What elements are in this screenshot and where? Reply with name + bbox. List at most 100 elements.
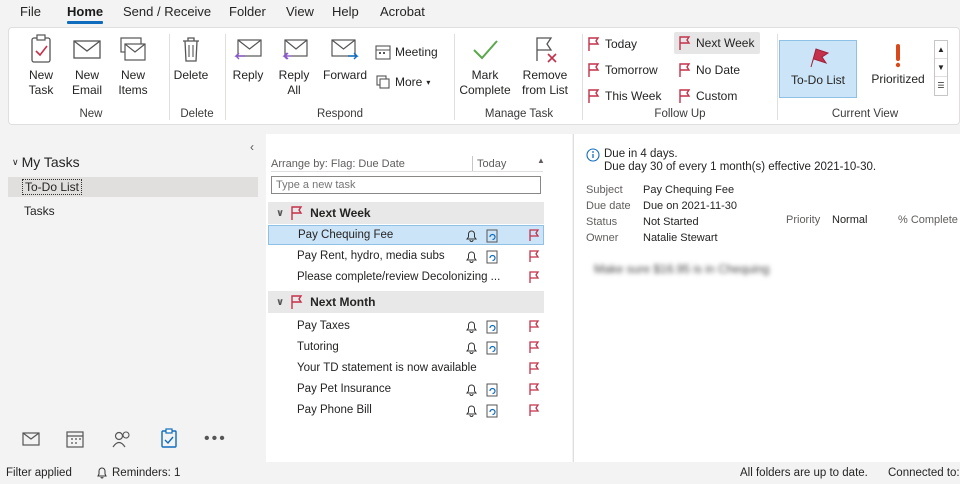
forward-icon (331, 39, 359, 60)
task-row[interactable]: Pay Rent, hydro, media subs (268, 246, 544, 266)
sort-column-label[interactable]: Today (477, 158, 506, 170)
task-subject: Tutoring (297, 341, 339, 353)
todo-flag-icon (810, 48, 830, 68)
new-email-button[interactable]: New Email (67, 34, 107, 98)
connection-status: Connected to: (888, 467, 960, 479)
todo-list-view-label: To-Do List (790, 73, 846, 87)
my-tasks-label: My Tasks (21, 154, 80, 170)
menu-help[interactable]: Help (332, 4, 359, 19)
sort-up-icon[interactable]: ▲ (537, 156, 545, 165)
flag-icon[interactable] (528, 249, 540, 266)
new-task-input[interactable] (271, 176, 541, 194)
calendar-icon[interactable] (66, 430, 84, 451)
status-label: Status (586, 216, 618, 228)
task-row[interactable]: Pay Pet Insurance (268, 379, 544, 399)
menu-file[interactable]: File (20, 4, 41, 19)
reminder-bell-icon[interactable] (465, 382, 478, 399)
nav-item-tasks[interactable]: Tasks (24, 204, 55, 218)
my-tasks-header[interactable]: ∨ My Tasks (12, 154, 80, 170)
tasks-module-icon[interactable] (160, 428, 178, 451)
flag-icon[interactable] (528, 403, 540, 420)
flag-icon (291, 206, 303, 220)
follow-up-this-week[interactable]: This Week (587, 88, 661, 104)
arrange-header[interactable]: Arrange by: Flag: Due Date Today ▲ (271, 156, 545, 172)
chevron-up-icon[interactable]: ▲ (935, 41, 947, 58)
reply-button[interactable]: Reply (228, 34, 268, 83)
reminder-bell-icon[interactable] (465, 319, 478, 336)
priority-value: Normal (832, 214, 868, 226)
field-values: Pay Chequing Fee Due on 2021-11-30 Not S… (643, 182, 737, 246)
task-subject: Please complete/review Decolonizing ... (297, 271, 501, 283)
task-subject: Pay Phone Bill (297, 404, 372, 416)
tomorrow-label: Tomorrow (605, 63, 658, 77)
new-items-icon (120, 37, 146, 61)
task-row[interactable]: Please complete/review Decolonizing ... (268, 267, 544, 287)
flag-icon[interactable] (528, 319, 540, 336)
chevron-down-icon[interactable]: ▼ (935, 58, 947, 76)
flag-icon[interactable] (528, 270, 540, 287)
task-row[interactable]: Your TD statement is now available (268, 358, 544, 378)
flag-icon[interactable] (528, 382, 540, 399)
menu-send-receive[interactable]: Send / Receive (123, 4, 211, 19)
follow-up-no-date[interactable]: No Date (678, 62, 740, 78)
follow-up-custom[interactable]: Custom (678, 88, 737, 104)
menu-view[interactable]: View (286, 4, 314, 19)
view-gallery-scroll[interactable]: ▲ ▼ ☰ (934, 40, 948, 96)
mark-complete-button[interactable]: Mark Complete (457, 34, 513, 98)
collapse-pane-icon[interactable]: ‹ (250, 140, 254, 154)
flag-icon[interactable] (528, 361, 540, 378)
new-items-button[interactable]: New Items (113, 34, 153, 98)
follow-up-tomorrow[interactable]: Tomorrow (587, 62, 658, 78)
reply-all-button[interactable]: Reply All (274, 34, 314, 98)
follow-up-next-week[interactable]: Next Week (674, 32, 761, 54)
expand-gallery-icon[interactable]: ☰ (935, 76, 947, 94)
flag-icon[interactable] (528, 228, 540, 245)
meeting-label: Meeting (395, 45, 438, 59)
menu-home[interactable]: Home (67, 4, 104, 24)
group-name: Next Week (310, 206, 371, 220)
follow-up-today[interactable]: Today (587, 36, 637, 52)
menu-folder[interactable]: Folder (229, 4, 266, 19)
flag-icon (588, 89, 600, 103)
reminder-bell-icon[interactable] (465, 403, 478, 420)
group-header-next-week[interactable]: ∨ Next Week (268, 202, 544, 224)
view-prioritized[interactable]: Prioritized (861, 44, 935, 87)
task-row[interactable]: Pay Chequing Fee (268, 225, 544, 245)
reminder-bell-icon[interactable] (465, 340, 478, 357)
forward-button[interactable]: Forward (320, 34, 370, 83)
group-header-next-month[interactable]: ∨ Next Month (268, 291, 544, 313)
calendar-icon (375, 45, 391, 60)
this-week-label: This Week (605, 89, 662, 103)
meeting-button[interactable]: Meeting (375, 44, 438, 60)
people-icon[interactable] (112, 430, 132, 451)
task-row[interactable]: Pay Phone Bill (268, 400, 544, 420)
reminder-bell-icon[interactable] (465, 228, 478, 245)
reply-icon (234, 39, 262, 60)
task-row[interactable]: Tutoring (268, 337, 544, 357)
more-button[interactable]: More ▾ (375, 74, 430, 90)
flag-icon[interactable] (528, 340, 540, 357)
flag-icon (291, 295, 303, 309)
nav-item-todo-list[interactable]: To-Do List (8, 177, 258, 197)
trash-icon (183, 37, 199, 62)
menu-acrobat[interactable]: Acrobat (380, 4, 425, 19)
reminders-label: Reminders: 1 (112, 466, 181, 479)
delete-label: Delete (173, 68, 209, 82)
owner-label: Owner (586, 232, 619, 244)
remove-from-list-label: Remove from List (521, 68, 568, 97)
more-apps-icon[interactable]: ••• (204, 430, 227, 448)
mail-icon[interactable] (22, 432, 40, 449)
delete-button[interactable]: Delete (171, 34, 211, 83)
owner-value: Natalie Stewart (643, 232, 718, 244)
task-row[interactable]: Pay Taxes (268, 316, 544, 336)
view-todo-list[interactable]: To-Do List (779, 40, 857, 98)
reminders-status[interactable]: Reminders: 1 (96, 466, 180, 479)
reply-label: Reply (232, 68, 264, 82)
arrange-by-label: Arrange by: Flag: Due Date (271, 158, 405, 170)
new-task-button[interactable]: New Task (23, 34, 59, 98)
reminder-bell-icon[interactable] (465, 249, 478, 266)
status-bar: Filter applied Reminders: 1 All folders … (0, 462, 960, 484)
remove-from-list-button[interactable]: Remove from List (515, 34, 575, 98)
today-label: Today (605, 37, 638, 51)
recurrence-icon (485, 403, 499, 421)
